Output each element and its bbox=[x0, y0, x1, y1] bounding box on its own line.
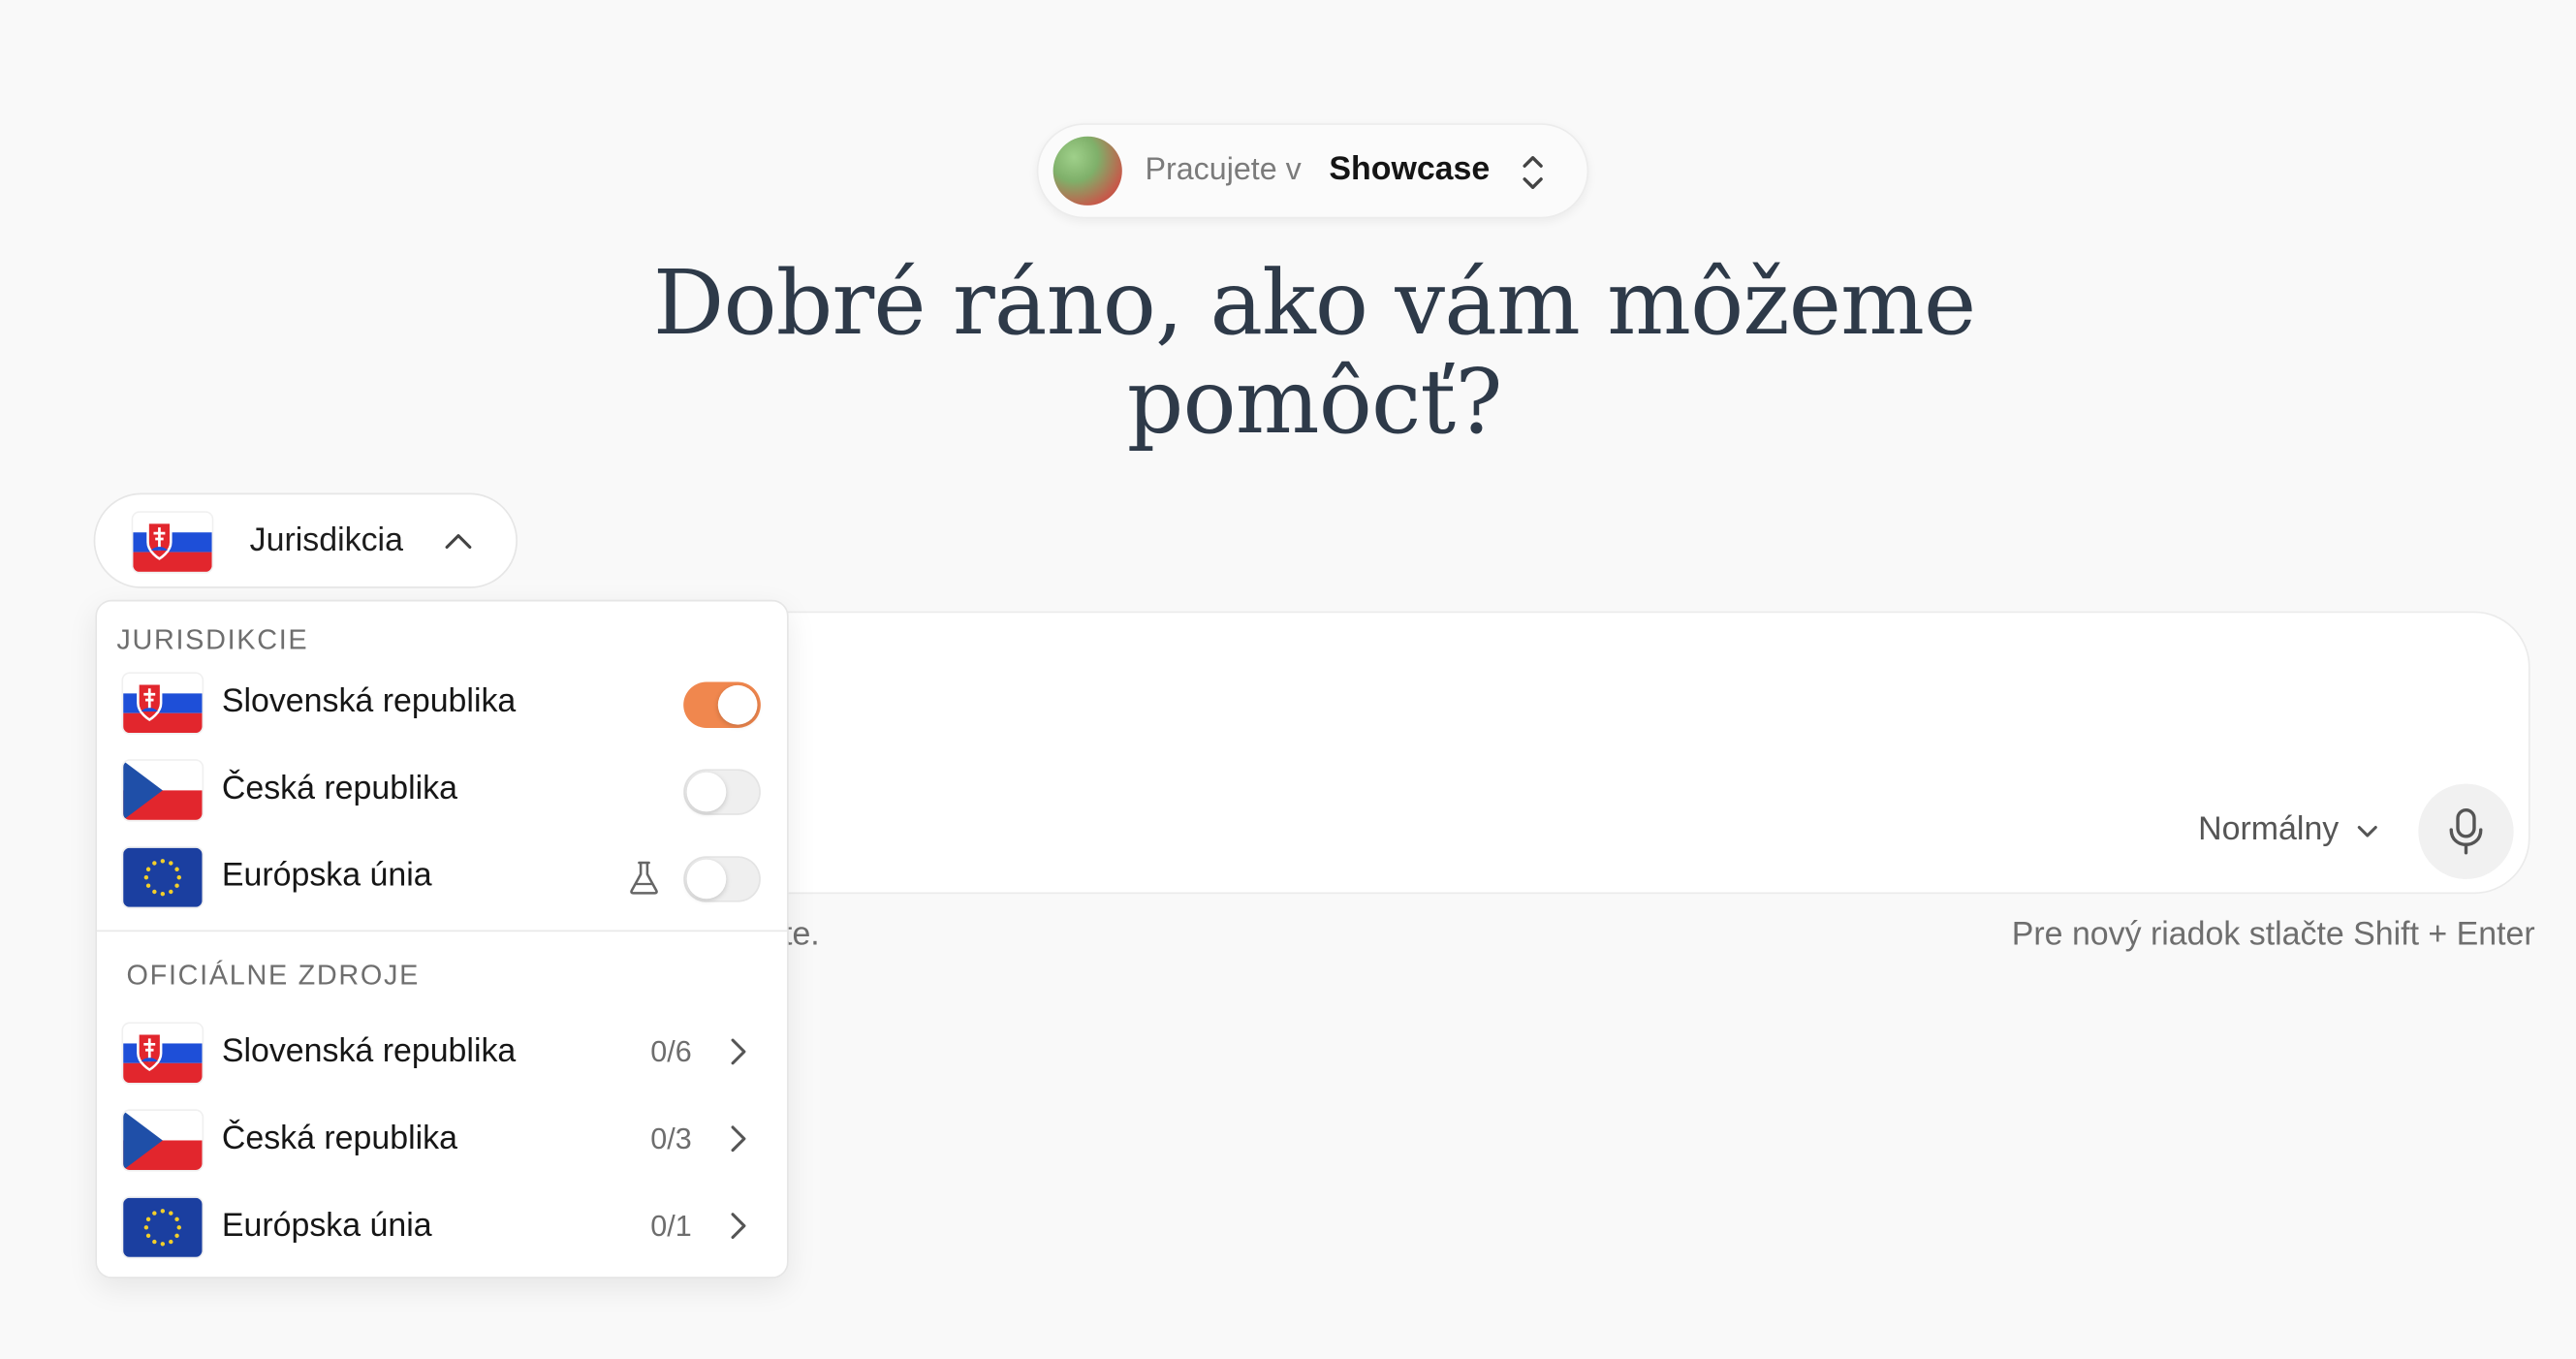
jurisdiction-toggle-cz[interactable] bbox=[683, 769, 761, 815]
eu-flag-icon bbox=[123, 1197, 203, 1257]
source-row-eu[interactable]: Európska únia 0/1 bbox=[97, 1185, 787, 1267]
greeting-line-1: Dobré ráno, ako vám môžeme bbox=[652, 251, 1976, 356]
newline-hint: Pre nový riadok stlačte Shift + Enter bbox=[2011, 916, 2535, 954]
jurisdiction-dropdown: JURISDIKCIE Slovenská republika Česká re… bbox=[95, 599, 789, 1279]
chevron-right-icon bbox=[731, 1125, 746, 1153]
mode-select-label: Normálny bbox=[2198, 811, 2340, 848]
message-composer[interactable] bbox=[542, 611, 2530, 895]
workspace-avatar bbox=[1052, 136, 1122, 205]
chevron-up-down-icon bbox=[1523, 156, 1543, 189]
jurisdiction-label: Česká republika bbox=[221, 771, 457, 807]
sources-section-title: OFICIÁLNE ZDROJE bbox=[126, 959, 421, 992]
chevron-right-icon bbox=[731, 1038, 746, 1065]
microphone-icon bbox=[2449, 808, 2483, 855]
jurisdiction-row-eu[interactable]: Európska únia bbox=[97, 835, 787, 917]
mode-select[interactable]: Normálny bbox=[2198, 811, 2378, 849]
workspace-prefix: Pracujete v bbox=[1145, 152, 1302, 188]
slovakia-flag-icon bbox=[133, 512, 212, 572]
jurisdiction-label: Slovenská republika bbox=[221, 683, 517, 720]
czech-flag-icon bbox=[123, 1110, 203, 1170]
chevron-up-icon bbox=[445, 534, 472, 550]
source-count: 0/6 bbox=[650, 1034, 692, 1068]
jurisdiction-row-cz[interactable]: Česká republika bbox=[97, 747, 787, 830]
flask-icon bbox=[630, 861, 658, 895]
chevron-down-icon bbox=[2357, 825, 2377, 837]
jurisdiction-button[interactable]: Jurisdikcia bbox=[93, 492, 518, 588]
microphone-button[interactable] bbox=[2418, 783, 2514, 879]
source-label: Slovenská republika bbox=[221, 1033, 517, 1070]
chevron-right-icon bbox=[731, 1213, 746, 1240]
eu-flag-icon bbox=[123, 847, 203, 907]
section-divider bbox=[97, 930, 788, 932]
toggle-knob bbox=[686, 859, 727, 900]
source-count: 0/3 bbox=[650, 1122, 692, 1155]
jurisdiction-toggle-eu[interactable] bbox=[683, 856, 761, 902]
czech-flag-icon bbox=[123, 760, 203, 820]
source-label: Európska únia bbox=[221, 1207, 432, 1245]
page: Pracujete v Showcase Dobré ráno, ako vám… bbox=[0, 0, 2576, 1359]
workspace-selector[interactable]: Pracujete v Showcase bbox=[1036, 123, 1589, 219]
toggle-knob bbox=[686, 772, 727, 812]
jurisdiction-row-sk[interactable]: Slovenská republika bbox=[97, 660, 787, 743]
jurisdiction-label: Európska únia bbox=[221, 857, 432, 895]
jurisdiction-button-label: Jurisdikcia bbox=[249, 522, 403, 559]
slovakia-flag-icon bbox=[123, 1024, 203, 1084]
source-label: Česká republika bbox=[221, 1121, 457, 1157]
source-count: 0/1 bbox=[650, 1209, 692, 1243]
greeting-line-2: pomôcť? bbox=[1126, 350, 1503, 454]
source-row-cz[interactable]: Česká republika 0/3 bbox=[97, 1097, 787, 1180]
greeting-heading: Dobré ráno, ako vám môžeme pomôcť? bbox=[493, 251, 2136, 454]
jurisdiction-toggle-sk[interactable] bbox=[683, 681, 761, 728]
jurisdictions-section-title: JURISDIKCIE bbox=[116, 624, 309, 656]
source-row-sk[interactable]: Slovenská republika 0/6 bbox=[97, 1011, 787, 1093]
workspace-name: Showcase bbox=[1329, 150, 1491, 188]
slovakia-flag-icon bbox=[123, 674, 203, 734]
toggle-knob bbox=[717, 684, 758, 725]
